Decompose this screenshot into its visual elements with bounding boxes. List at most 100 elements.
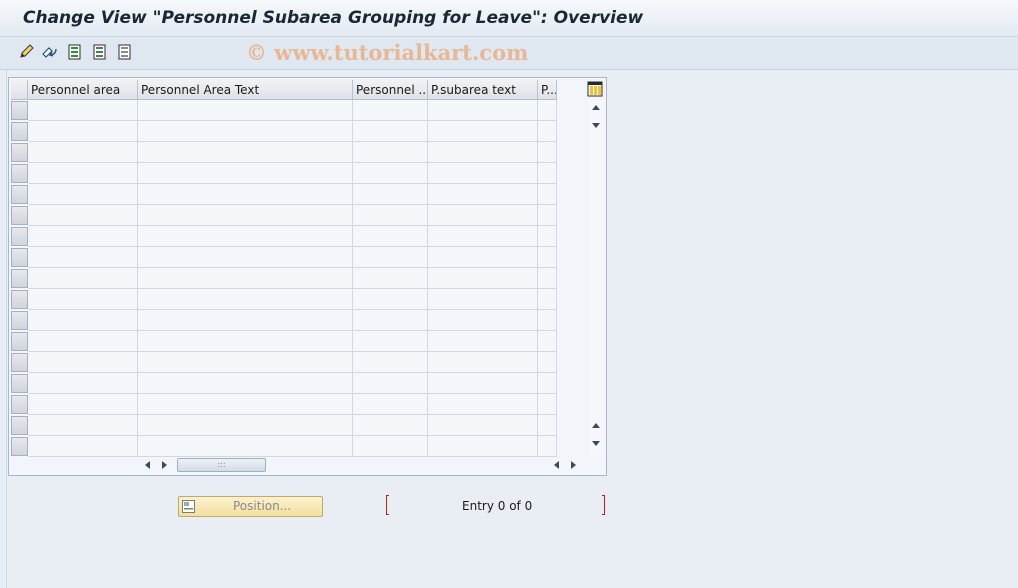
table-cell[interactable] bbox=[353, 415, 428, 436]
column-header[interactable]: P... bbox=[538, 80, 557, 100]
table-cell[interactable] bbox=[28, 247, 138, 268]
table-cell[interactable] bbox=[138, 184, 353, 205]
table-cell[interactable] bbox=[353, 268, 428, 289]
table-cell[interactable] bbox=[353, 142, 428, 163]
table-cell[interactable] bbox=[428, 289, 538, 310]
table-cell[interactable] bbox=[538, 394, 557, 415]
table-cell[interactable] bbox=[138, 163, 353, 184]
table-cell[interactable] bbox=[138, 268, 353, 289]
row-selector[interactable] bbox=[11, 416, 28, 435]
vertical-scrollbar[interactable] bbox=[589, 100, 603, 456]
table-cell[interactable] bbox=[28, 142, 138, 163]
table-cell[interactable] bbox=[28, 289, 138, 310]
row-selector[interactable] bbox=[11, 122, 28, 141]
table-cell[interactable] bbox=[353, 352, 428, 373]
table-cell[interactable] bbox=[138, 247, 353, 268]
row-selector[interactable] bbox=[11, 353, 28, 372]
row-selector[interactable] bbox=[11, 206, 28, 225]
row-selector[interactable] bbox=[11, 143, 28, 162]
table-cell[interactable] bbox=[28, 436, 138, 457]
table-cell[interactable] bbox=[538, 415, 557, 436]
table-cell[interactable] bbox=[353, 100, 428, 121]
scroll-right-icon[interactable] bbox=[162, 461, 167, 469]
deselect-all-icon[interactable] bbox=[116, 43, 134, 61]
table-cell[interactable] bbox=[138, 394, 353, 415]
table-cell[interactable] bbox=[428, 436, 538, 457]
table-cell[interactable] bbox=[353, 289, 428, 310]
select-all-icon[interactable] bbox=[66, 43, 84, 61]
table-cell[interactable] bbox=[353, 247, 428, 268]
row-selector[interactable] bbox=[11, 311, 28, 330]
table-cell[interactable] bbox=[28, 205, 138, 226]
scroll-right-end-icon[interactable] bbox=[571, 461, 576, 469]
table-cell[interactable] bbox=[428, 226, 538, 247]
column-header[interactable]: Personnel ... bbox=[353, 80, 428, 100]
page-up-icon[interactable] bbox=[592, 423, 600, 428]
select-all-header[interactable] bbox=[11, 80, 28, 100]
table-cell[interactable] bbox=[353, 163, 428, 184]
table-cell[interactable] bbox=[428, 142, 538, 163]
scroll-up-icon[interactable] bbox=[592, 105, 600, 110]
table-cell[interactable] bbox=[28, 163, 138, 184]
page-down-icon[interactable] bbox=[592, 441, 600, 446]
scroll-left-icon[interactable] bbox=[145, 461, 150, 469]
table-cell[interactable] bbox=[138, 121, 353, 142]
table-cell[interactable] bbox=[353, 310, 428, 331]
table-cell[interactable] bbox=[428, 184, 538, 205]
table-cell[interactable] bbox=[538, 289, 557, 310]
table-cell[interactable] bbox=[428, 205, 538, 226]
position-button[interactable]: Position... bbox=[178, 496, 323, 517]
horizontal-scroll-thumb[interactable]: ::: bbox=[177, 458, 266, 472]
table-cell[interactable] bbox=[28, 226, 138, 247]
table-cell[interactable] bbox=[538, 163, 557, 184]
table-cell[interactable] bbox=[538, 310, 557, 331]
table-cell[interactable] bbox=[428, 163, 538, 184]
row-selector[interactable] bbox=[11, 437, 28, 456]
table-cell[interactable] bbox=[538, 247, 557, 268]
table-cell[interactable] bbox=[28, 394, 138, 415]
table-cell[interactable] bbox=[538, 100, 557, 121]
column-header[interactable]: Personnel area bbox=[28, 80, 138, 100]
table-cell[interactable] bbox=[138, 415, 353, 436]
table-cell[interactable] bbox=[538, 373, 557, 394]
table-cell[interactable] bbox=[353, 436, 428, 457]
table-cell[interactable] bbox=[28, 331, 138, 352]
row-selector[interactable] bbox=[11, 248, 28, 267]
table-cell[interactable] bbox=[138, 436, 353, 457]
table-cell[interactable] bbox=[28, 184, 138, 205]
edit-pencil-icon[interactable] bbox=[18, 43, 36, 61]
scroll-left-end-icon[interactable] bbox=[554, 461, 559, 469]
table-cell[interactable] bbox=[538, 205, 557, 226]
table-cell[interactable] bbox=[428, 331, 538, 352]
row-selector[interactable] bbox=[11, 101, 28, 120]
table-cell[interactable] bbox=[428, 415, 538, 436]
table-cell[interactable] bbox=[538, 352, 557, 373]
undo-change-icon[interactable] bbox=[41, 43, 59, 61]
table-cell[interactable] bbox=[28, 373, 138, 394]
table-cell[interactable] bbox=[538, 142, 557, 163]
table-cell[interactable] bbox=[538, 184, 557, 205]
table-cell[interactable] bbox=[538, 226, 557, 247]
table-settings-icon[interactable] bbox=[587, 81, 603, 97]
table-cell[interactable] bbox=[28, 100, 138, 121]
table-cell[interactable] bbox=[538, 331, 557, 352]
table-cell[interactable] bbox=[138, 352, 353, 373]
table-cell[interactable] bbox=[138, 331, 353, 352]
table-cell[interactable] bbox=[538, 436, 557, 457]
select-block-icon[interactable] bbox=[91, 43, 109, 61]
table-cell[interactable] bbox=[428, 352, 538, 373]
row-selector[interactable] bbox=[11, 374, 28, 393]
table-cell[interactable] bbox=[28, 268, 138, 289]
row-selector[interactable] bbox=[11, 269, 28, 288]
table-cell[interactable] bbox=[353, 226, 428, 247]
row-selector[interactable] bbox=[11, 164, 28, 183]
table-cell[interactable] bbox=[428, 373, 538, 394]
table-cell[interactable] bbox=[428, 247, 538, 268]
table-cell[interactable] bbox=[428, 100, 538, 121]
table-cell[interactable] bbox=[138, 226, 353, 247]
table-cell[interactable] bbox=[428, 268, 538, 289]
table-cell[interactable] bbox=[428, 394, 538, 415]
table-cell[interactable] bbox=[353, 184, 428, 205]
table-cell[interactable] bbox=[28, 310, 138, 331]
table-cell[interactable] bbox=[138, 205, 353, 226]
